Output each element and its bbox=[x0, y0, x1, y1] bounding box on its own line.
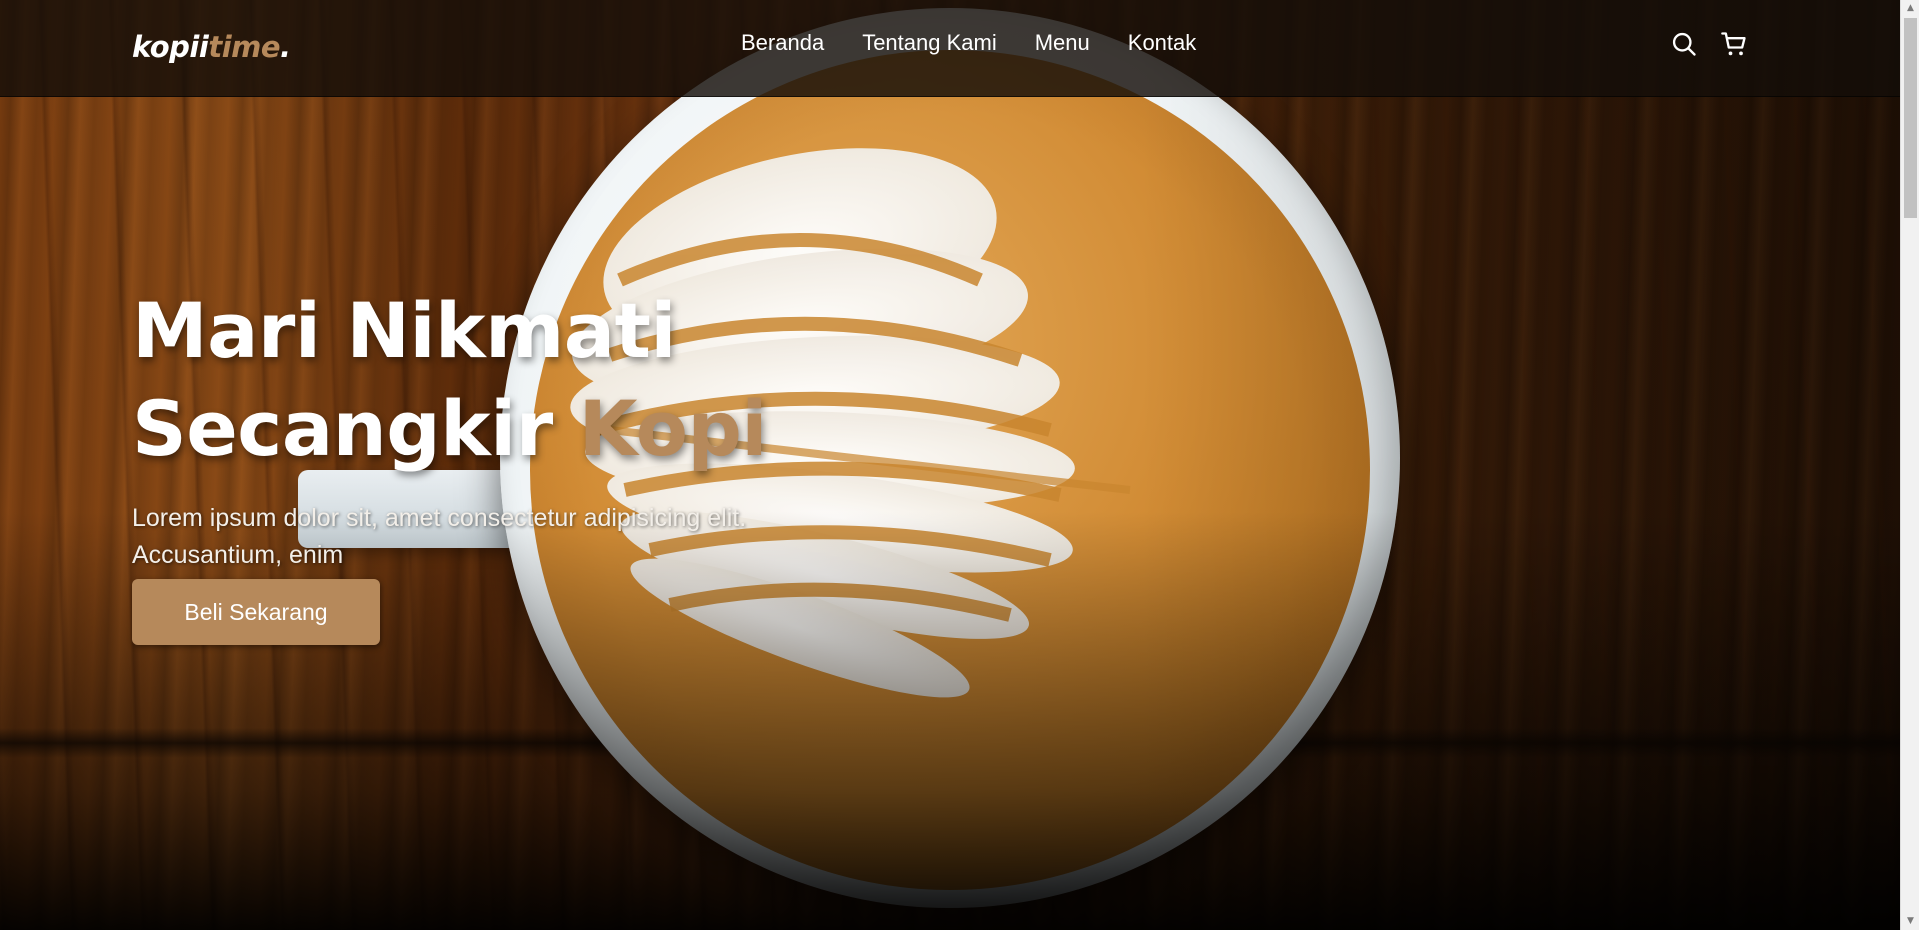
nav-link-kontak[interactable]: Kontak bbox=[1128, 30, 1197, 56]
hero-title-accent: Kopi bbox=[578, 384, 768, 473]
main-nav: Beranda Tentang Kami Menu Kontak bbox=[741, 30, 1196, 56]
scroll-up-arrow-icon[interactable]: ▲ bbox=[1901, 0, 1919, 17]
hero-description: Lorem ipsum dolor sit, amet consectetur … bbox=[132, 504, 747, 569]
logo-text-primary: kopii bbox=[132, 30, 209, 64]
hero-content: Mari Nikmati Secangkir Kopi Lorem ipsum … bbox=[132, 282, 892, 574]
page: kopiitime. Beranda Tentang Kami Menu Kon… bbox=[0, 0, 1900, 930]
scrollbar-thumb[interactable] bbox=[1904, 18, 1917, 218]
scroll-down-arrow-icon[interactable]: ▼ bbox=[1901, 913, 1919, 930]
scrollbar[interactable]: ▲ ▼ bbox=[1900, 0, 1919, 930]
buy-now-button[interactable]: Beli Sekarang bbox=[132, 579, 380, 645]
hero-title-line1: Mari Nikmati bbox=[132, 286, 676, 375]
logo-text-accent: time bbox=[208, 30, 281, 64]
navbar: kopiitime. Beranda Tentang Kami Menu Kon… bbox=[0, 0, 1900, 97]
hero-title-line2: Secangkir bbox=[132, 384, 579, 473]
logo-dot: . bbox=[280, 30, 291, 64]
nav-link-beranda[interactable]: Beranda bbox=[741, 30, 824, 56]
logo[interactable]: kopiitime. bbox=[132, 30, 291, 64]
cart-icon[interactable] bbox=[1720, 30, 1748, 58]
nav-link-menu[interactable]: Menu bbox=[1035, 30, 1090, 56]
search-icon[interactable] bbox=[1670, 30, 1698, 58]
nav-link-tentang-kami[interactable]: Tentang Kami bbox=[862, 30, 997, 56]
nav-icons bbox=[1670, 30, 1748, 58]
hero-title: Mari Nikmati Secangkir Kopi bbox=[132, 282, 892, 478]
